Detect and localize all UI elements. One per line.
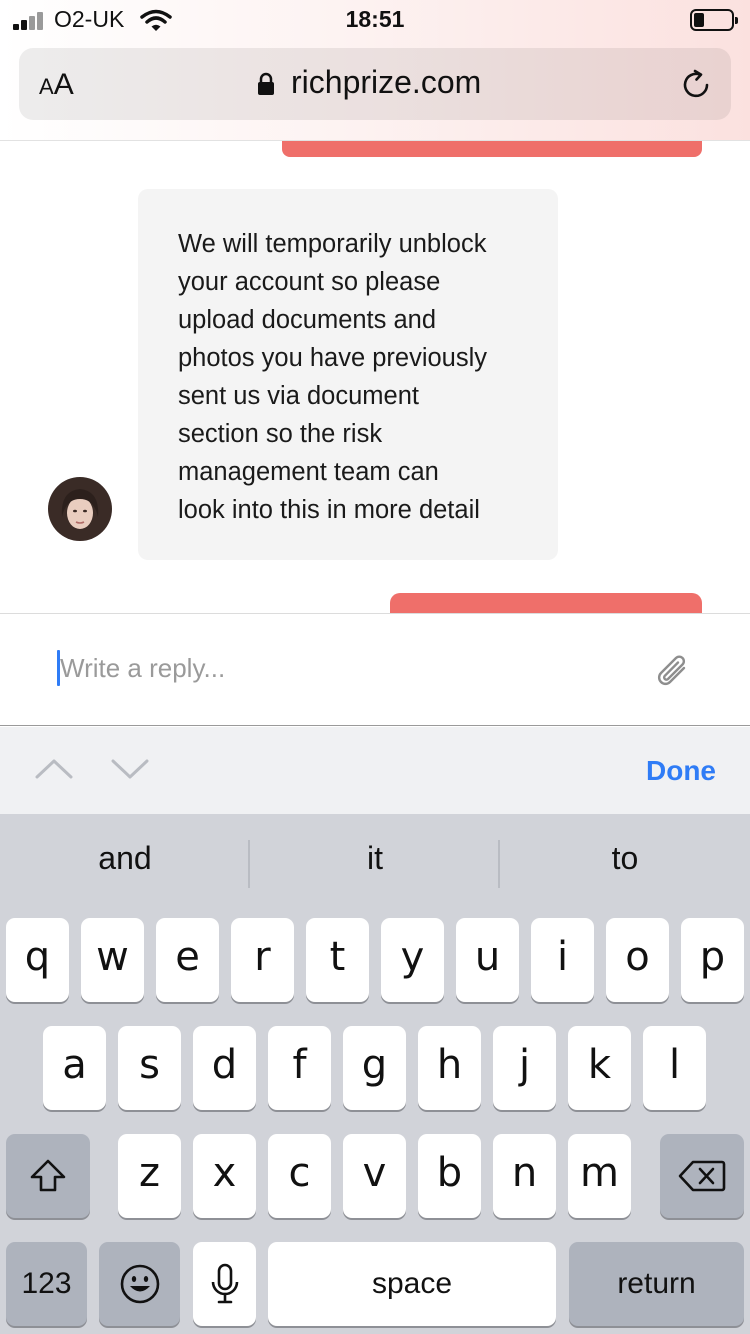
key-l[interactable]: l xyxy=(643,1026,706,1110)
key-k[interactable]: k xyxy=(568,1026,631,1110)
browser-chrome: O2-UK 18:51 AA richprize.com xyxy=(0,0,750,141)
key-r[interactable]: r xyxy=(231,918,294,1002)
suggestion-item[interactable]: and xyxy=(0,840,250,877)
key-v[interactable]: v xyxy=(343,1134,406,1218)
delete-key[interactable] xyxy=(660,1134,744,1218)
key-n[interactable]: n xyxy=(493,1134,556,1218)
key-u[interactable]: u xyxy=(456,918,519,1002)
key-z[interactable]: z xyxy=(118,1134,181,1218)
done-button[interactable]: Done xyxy=(646,755,716,787)
key-w[interactable]: w xyxy=(81,918,144,1002)
chat-thread[interactable]: We will temporarily unblock your account… xyxy=(0,141,750,613)
suggestion-item[interactable]: it xyxy=(250,840,500,877)
key-q[interactable]: q xyxy=(6,918,69,1002)
space-key[interactable]: space xyxy=(268,1242,556,1326)
clock: 18:51 xyxy=(345,6,405,32)
numbers-key[interactable]: 123 xyxy=(6,1242,87,1326)
text-size-button[interactable]: AA xyxy=(39,68,74,102)
url-text[interactable]: richprize.com xyxy=(291,64,481,101)
agent-avatar xyxy=(48,477,112,541)
key-e[interactable]: e xyxy=(156,918,219,1002)
key-p[interactable]: p xyxy=(681,918,744,1002)
key-s[interactable]: s xyxy=(118,1026,181,1110)
key-i[interactable]: i xyxy=(531,918,594,1002)
key-o[interactable]: o xyxy=(606,918,669,1002)
outgoing-message-bubble xyxy=(282,141,702,157)
lock-icon xyxy=(258,72,274,95)
emoji-key[interactable] xyxy=(99,1242,180,1326)
microphone-icon xyxy=(211,1263,238,1304)
key-d[interactable]: d xyxy=(193,1026,256,1110)
shift-icon xyxy=(30,1159,66,1192)
address-bar[interactable]: AA richprize.com xyxy=(19,48,731,120)
backspace-icon xyxy=(678,1160,726,1192)
key-j[interactable]: j xyxy=(493,1026,556,1110)
keyboard: and it to q w e r t y u i o p a s d f g … xyxy=(0,814,750,1334)
emoji-icon xyxy=(120,1264,159,1304)
suggestion-item[interactable]: to xyxy=(500,840,750,877)
shift-key[interactable] xyxy=(6,1134,90,1218)
incoming-message-bubble: We will temporarily unblock your account… xyxy=(138,189,558,560)
message-text: We will temporarily unblock your account… xyxy=(178,230,488,524)
key-h[interactable]: h xyxy=(418,1026,481,1110)
key-t[interactable]: t xyxy=(306,918,369,1002)
battery-icon xyxy=(690,9,738,31)
key-g[interactable]: g xyxy=(343,1026,406,1110)
key-f[interactable]: f xyxy=(268,1026,331,1110)
key-b[interactable]: b xyxy=(418,1134,481,1218)
reload-icon[interactable] xyxy=(681,68,713,102)
predictive-text-bar: and it to xyxy=(0,814,750,914)
status-bar: O2-UK 18:51 xyxy=(0,0,750,40)
key-a[interactable]: a xyxy=(43,1026,106,1110)
outgoing-message-bubble xyxy=(390,593,702,613)
key-x[interactable]: x xyxy=(193,1134,256,1218)
key-y[interactable]: y xyxy=(381,918,444,1002)
key-c[interactable]: c xyxy=(268,1134,331,1218)
next-field-icon[interactable] xyxy=(110,755,150,783)
keyboard-accessory-bar: Done xyxy=(0,727,750,814)
reply-input[interactable] xyxy=(56,646,620,690)
reply-composer xyxy=(0,613,750,726)
previous-field-icon[interactable] xyxy=(34,755,74,783)
key-m[interactable]: m xyxy=(568,1134,631,1218)
return-key[interactable]: return xyxy=(569,1242,744,1326)
dictation-key[interactable] xyxy=(193,1242,256,1326)
paperclip-icon[interactable] xyxy=(654,652,692,692)
text-caret xyxy=(57,650,60,686)
